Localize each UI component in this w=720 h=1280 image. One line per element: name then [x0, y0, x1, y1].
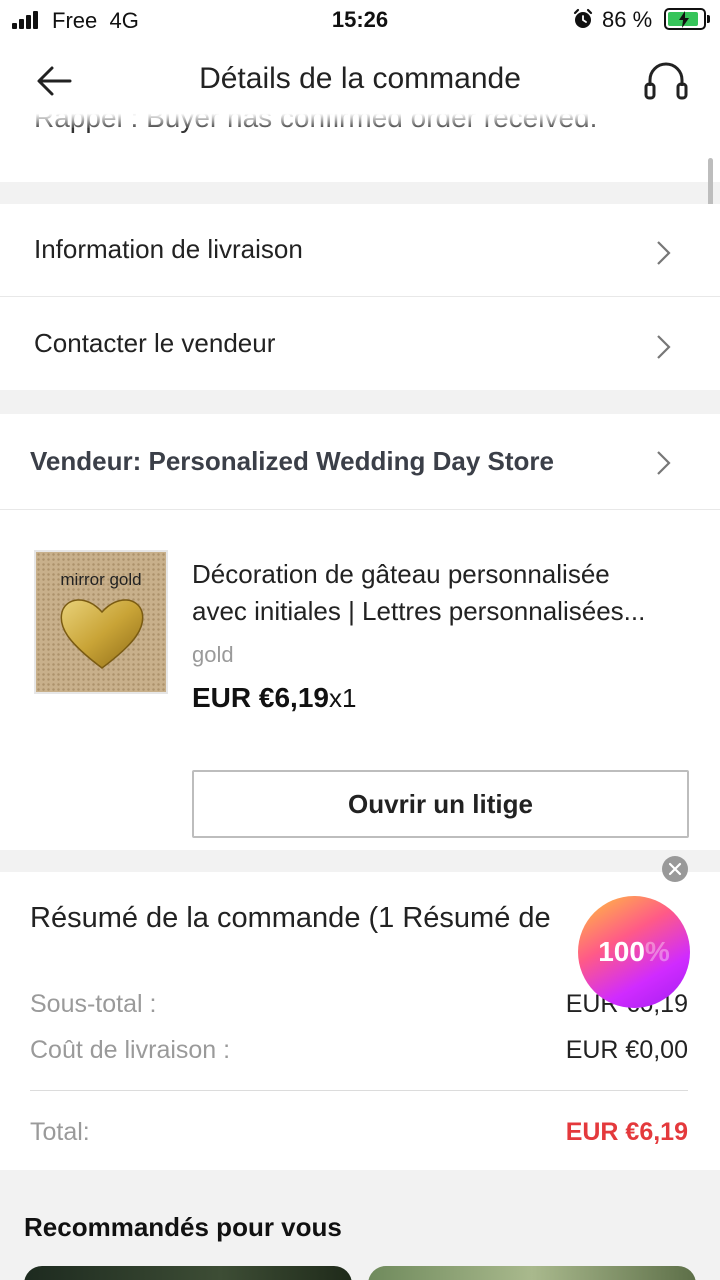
product-variant: gold [192, 642, 234, 667]
nav-header: Rappel : Buyer has confirmed order recei… [0, 40, 720, 182]
battery-icon [664, 8, 710, 30]
promo-label: 100 [598, 936, 645, 967]
recommended-product-card[interactable] [368, 1266, 696, 1280]
vendor-name: Vendeur: Personalized Wedding Day Store [30, 446, 554, 476]
total-label: Total: [30, 1118, 90, 1146]
contact-seller-row[interactable]: Contacter le vendeur [0, 298, 720, 392]
page-title: Détails de la commande [199, 62, 521, 95]
chevron-right-icon [657, 335, 671, 359]
close-promo-icon[interactable] [662, 856, 688, 882]
total-value: EUR €6,19 [565, 1118, 688, 1146]
product-card: Vendeur: Personalized Wedding Day Store … [0, 414, 720, 850]
product-title[interactable]: Décoration de gâteau personnalisée avec … [192, 556, 692, 630]
delivery-info-label: Information de livraison [34, 234, 303, 264]
headset-support-icon[interactable] [642, 60, 690, 104]
shipping-value: EUR €0,00 [565, 1036, 688, 1064]
open-dispute-button[interactable]: Ouvrir un litige [192, 770, 689, 838]
recommended-product-card[interactable] [24, 1266, 352, 1280]
promo-suffix: % [644, 936, 670, 967]
product-image-caption: mirror gold [60, 570, 142, 589]
subtotal-label: Sous-total : [30, 990, 157, 1018]
status-bar: Free 4G 15:26 86 % [0, 0, 720, 40]
delivery-info-row[interactable]: Information de livraison [0, 204, 720, 298]
alarm-icon [573, 8, 593, 28]
shipping-label: Coût de livraison : [30, 1036, 231, 1064]
vendor-row[interactable]: Vendeur: Personalized Wedding Day Store [0, 414, 720, 508]
promo-bubble[interactable]: 100% [578, 896, 690, 1008]
order-links-card: Information de livraison Contacter le ve… [0, 204, 720, 390]
product-image[interactable]: mirror gold [34, 550, 168, 694]
product-quantity: x1 [328, 683, 357, 713]
recommended-title: Recommandés pour vous [24, 1212, 342, 1242]
contact-seller-label: Contacter le vendeur [34, 328, 276, 358]
product-price: EUR €6,19x1 [192, 682, 357, 713]
chevron-right-icon [657, 241, 671, 265]
gold-heart-image [60, 599, 144, 669]
battery-percent: 86 % [602, 7, 653, 32]
chevron-right-icon [657, 451, 671, 475]
summary-title: Résumé de la commande (1 Résumé de [30, 902, 551, 934]
